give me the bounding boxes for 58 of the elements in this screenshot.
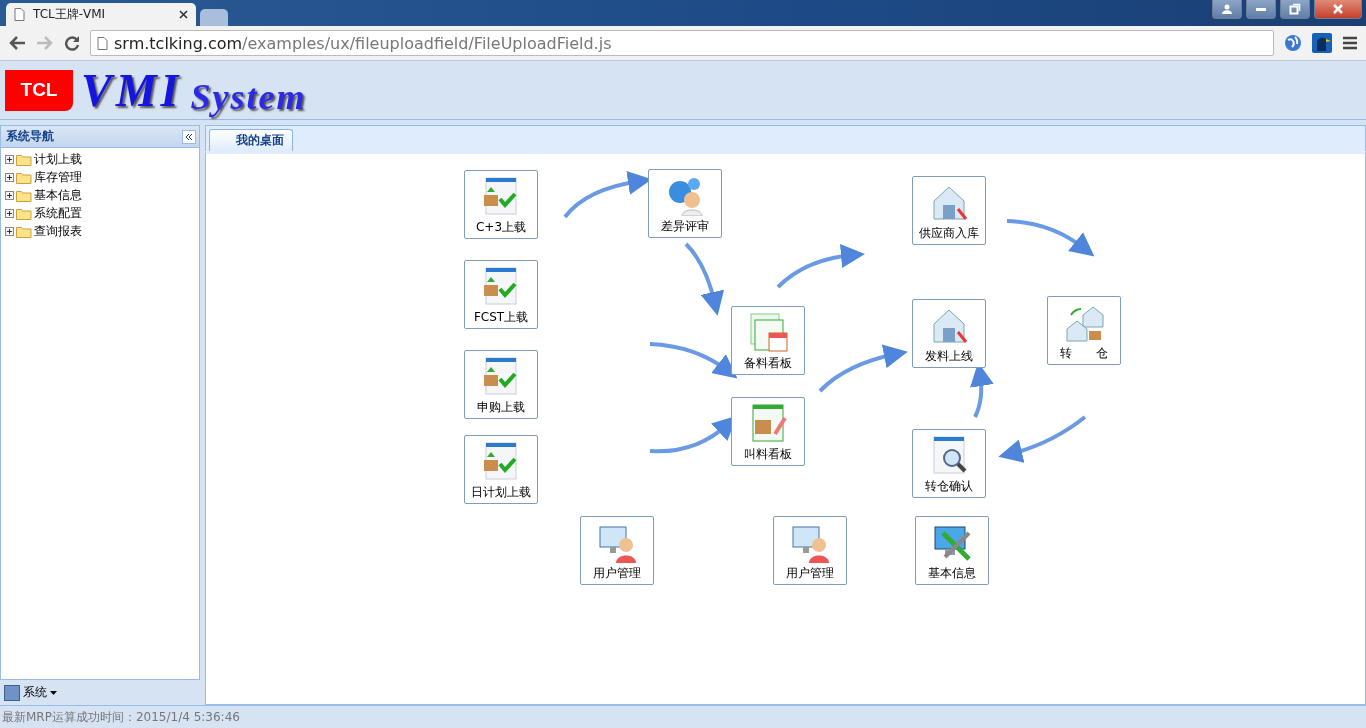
app-title: VMI: [81, 63, 183, 117]
tree-item[interactable]: 计划上载: [34, 150, 82, 168]
caret-icon: [50, 690, 57, 695]
folder-icon: [16, 224, 32, 238]
shortcut-tile[interactable]: 用户管理: [773, 516, 847, 585]
panel-title: 系统导航: [6, 128, 54, 145]
minimize-button[interactable]: [1246, 0, 1276, 19]
person-icon: [1221, 3, 1233, 15]
shortcut-tile[interactable]: FCST上载: [464, 260, 538, 329]
close-icon[interactable]: [179, 10, 188, 19]
address-bar[interactable]: srm.tclking.com/examples/ux/fileuploadfield/FileUploadField.js: [90, 30, 1274, 56]
expand-icon[interactable]: [5, 172, 14, 182]
tree-item[interactable]: 基本信息: [34, 186, 82, 204]
shortcut-tile[interactable]: 差异评审: [648, 169, 722, 238]
menu-icon[interactable]: [1342, 36, 1358, 50]
expand-icon[interactable]: [5, 190, 14, 200]
shortcut-tile[interactable]: 备料看板: [731, 306, 805, 375]
page-icon: [97, 36, 108, 50]
shortcut-tile[interactable]: 转 仓: [1047, 296, 1121, 365]
minimize-icon: [1256, 7, 1266, 11]
page-icon: [14, 8, 25, 21]
close-icon: [1332, 3, 1344, 15]
back-icon[interactable]: [8, 35, 26, 51]
shortcut-tile[interactable]: 发料上线: [912, 299, 986, 368]
profile-button[interactable]: [1212, 0, 1242, 19]
tree-item[interactable]: 查询报表: [34, 222, 82, 240]
tree-item[interactable]: 库存管理: [34, 168, 82, 186]
browser-tab[interactable]: TCL王牌-VMI: [6, 3, 196, 26]
shortcut-tile[interactable]: 用户管理: [580, 516, 654, 585]
folder-icon: [16, 188, 32, 202]
logo: TCL: [5, 69, 73, 111]
tree-item[interactable]: 系统配置: [34, 204, 82, 222]
collapse-button[interactable]: [182, 129, 196, 144]
shortcut-tile[interactable]: 叫料看板: [731, 397, 805, 466]
folder-icon: [16, 152, 32, 166]
expand-icon[interactable]: [5, 154, 14, 164]
shortcut-tile[interactable]: 基本信息: [915, 516, 989, 585]
restore-icon: [1289, 3, 1301, 15]
calendar-icon: [747, 311, 789, 353]
restore-button[interactable]: [1280, 0, 1310, 19]
tab[interactable]: 我的桌面: [209, 129, 293, 151]
url-text: srm.tclking.com/examples/ux/fileuploadfield/FileUploadField.js: [114, 33, 612, 53]
expand-icon[interactable]: [5, 208, 14, 218]
app-subtitle: System: [190, 76, 307, 118]
status-text: 最新MRP运算成功时间：2015/1/4 5:36:46: [0, 705, 1366, 728]
reload-icon[interactable]: [64, 35, 80, 51]
shortcut-tile[interactable]: 日计划上载: [464, 435, 538, 504]
shortcut-tile[interactable]: 供应商入库: [912, 176, 986, 245]
system-menu-button[interactable]: 系统: [4, 684, 57, 701]
shortcut-tile[interactable]: 转仓确认: [912, 429, 986, 498]
window-icon: [4, 684, 20, 701]
shortcut-tile[interactable]: 申购上载: [464, 350, 538, 419]
expand-icon[interactable]: [5, 226, 14, 236]
shortcut-tile[interactable]: C+3上载: [464, 170, 538, 239]
folder-icon: [16, 170, 32, 184]
double-chevron-icon: [185, 132, 193, 141]
close-button[interactable]: [1314, 0, 1362, 19]
folder-icon: [16, 206, 32, 220]
